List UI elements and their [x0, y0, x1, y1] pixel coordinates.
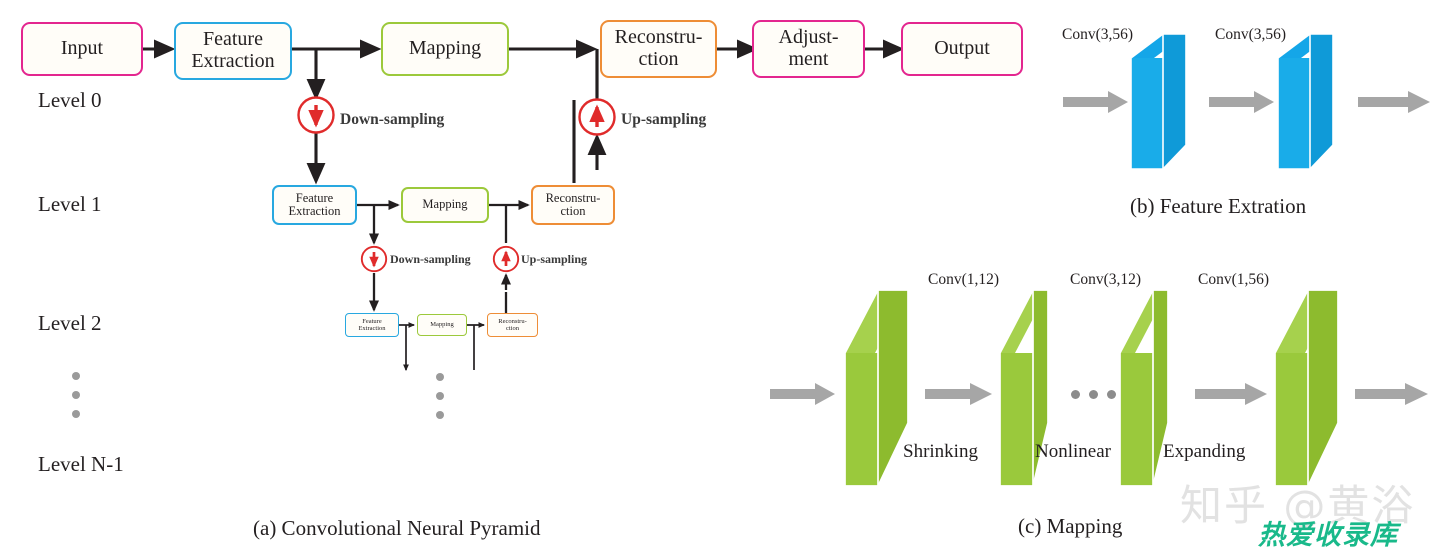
- down-sampling-label-level1: Down-sampling: [390, 252, 471, 266]
- down-sampling-label-level0: Down-sampling: [340, 111, 445, 128]
- stage-label-shrinking: Shrinking: [903, 441, 978, 462]
- conv-block-b-1: [1130, 33, 1187, 170]
- conv-block-c-1: [844, 289, 909, 487]
- node-mapping-level0-label: Mapping: [408, 37, 482, 60]
- conv-block-b-2: [1277, 33, 1334, 170]
- node-adjustment[interactable]: Adjust-ment: [752, 20, 865, 78]
- node-reconstruction-level0[interactable]: Reconstru-ction: [600, 20, 717, 78]
- caption-panel-b: (b) Feature Extration: [1130, 194, 1307, 218]
- level-label-n-1: Level N-1: [38, 452, 124, 476]
- node-feature-extraction-level1[interactable]: Feature Extraction: [272, 185, 357, 225]
- node-feature-extraction-level0[interactable]: Feature Extraction: [174, 22, 292, 80]
- conv-block-c-3: [1119, 289, 1169, 487]
- down-sampling-icon-level1: [360, 245, 388, 273]
- node-feature-extraction-level0-label: Feature Extraction: [191, 28, 275, 72]
- node-output-label: Output: [934, 37, 990, 60]
- conv-label-b-2: Conv(3,56): [1215, 26, 1287, 43]
- figure-root: Input Feature Extraction Mapping Reconstr…: [0, 0, 1450, 550]
- conv-block-c-4: [1274, 289, 1339, 487]
- down-sampling-icon-level0: [297, 96, 335, 134]
- node-reconstruction-level1[interactable]: Reconstru-ction: [531, 185, 615, 225]
- conv-label-c-3: Conv(1,56): [1198, 271, 1270, 288]
- node-feature-extraction-level1-label: Feature Extraction: [288, 190, 341, 218]
- pyramid-ellipsis-dots: [436, 373, 444, 419]
- caption-panel-a: (a) Convolutional Neural Pyramid: [253, 516, 541, 540]
- up-sampling-icon-level0: [578, 98, 616, 136]
- panel-b-arrows: [1063, 91, 1430, 113]
- stage-label-expanding: Expanding: [1163, 441, 1246, 462]
- node-mapping-level2-label: Mapping: [430, 321, 454, 329]
- caption-panel-c: (c) Mapping: [1018, 514, 1123, 538]
- node-mapping-level0[interactable]: Mapping: [381, 22, 509, 76]
- node-adjustment-label: Adjust-ment: [778, 26, 839, 70]
- node-feature-extraction-level2[interactable]: Feature Extraction: [345, 313, 399, 337]
- node-output[interactable]: Output: [901, 22, 1023, 76]
- conv-label-c-2: Conv(3,12): [1070, 271, 1142, 288]
- node-feature-extraction-level2-label: Feature Extraction: [358, 317, 386, 332]
- up-sampling-label-level1: Up-sampling: [521, 252, 588, 266]
- node-mapping-level1[interactable]: Mapping: [401, 187, 489, 223]
- node-mapping-level2[interactable]: Mapping: [417, 314, 467, 336]
- stage-label-nonlinear: Nonlinear: [1035, 441, 1111, 462]
- node-reconstruction-level1-label: Reconstru-ction: [545, 190, 601, 218]
- up-sampling-icon-level1: [492, 245, 520, 273]
- node-reconstruction-level2-label: Reconstru-ction: [498, 317, 527, 332]
- node-mapping-level1-label: Mapping: [422, 197, 468, 212]
- level-label-1: Level 1: [38, 192, 102, 216]
- level-ellipsis-dots: [72, 372, 80, 418]
- node-input[interactable]: Input: [21, 22, 143, 76]
- panel-c-ellipsis-dots: [1071, 390, 1116, 399]
- up-sampling-label-level0: Up-sampling: [621, 111, 707, 128]
- node-reconstruction-level0-label: Reconstru-ction: [614, 26, 703, 70]
- conv-label-c-1: Conv(1,12): [928, 271, 1000, 288]
- conv-label-b-1: Conv(3,56): [1062, 26, 1134, 43]
- level-label-0: Level 0: [38, 88, 102, 112]
- watermark-secondary: 热爱收录库: [1258, 520, 1398, 550]
- level-label-2: Level 2: [38, 311, 102, 335]
- node-input-label: Input: [60, 37, 104, 60]
- node-reconstruction-level2[interactable]: Reconstru-ction: [487, 313, 538, 337]
